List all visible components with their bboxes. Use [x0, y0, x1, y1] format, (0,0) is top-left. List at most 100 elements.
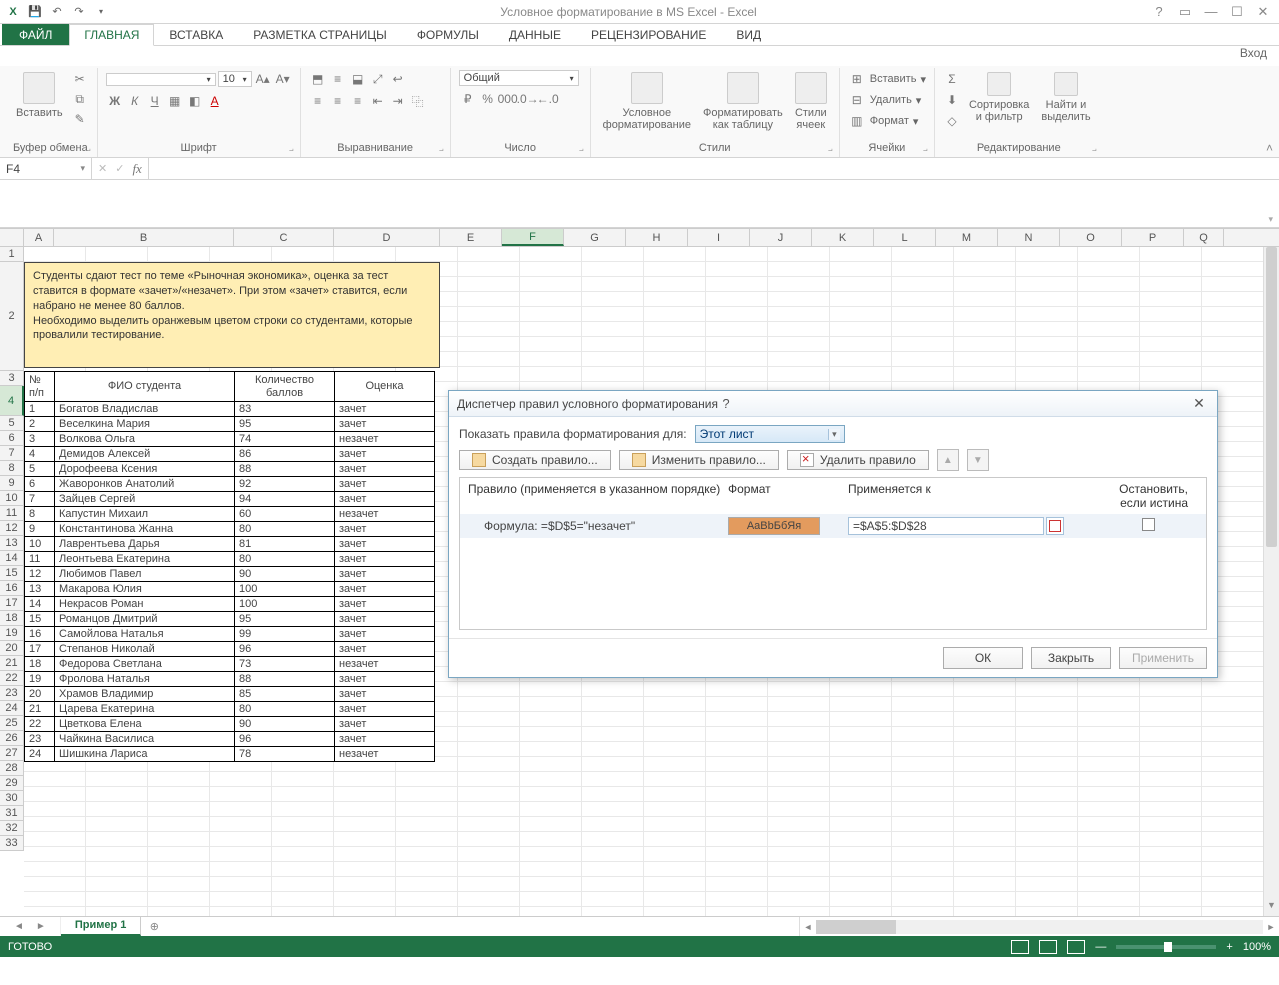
row-header[interactable]: 31 — [0, 806, 24, 821]
scroll-right-icon[interactable]: ► — [1263, 922, 1279, 932]
row-header[interactable]: 18 — [0, 611, 24, 626]
cell[interactable]: незачет — [335, 432, 435, 447]
cell[interactable]: 92 — [235, 477, 335, 492]
cell[interactable]: 95 — [235, 417, 335, 432]
find-select-button[interactable]: Найти и выделить — [1037, 70, 1094, 125]
cell[interactable]: зачет — [335, 522, 435, 537]
cell[interactable]: 90 — [235, 567, 335, 582]
maximize-icon[interactable]: ☐ — [1225, 3, 1249, 21]
cell[interactable]: зачет — [335, 597, 435, 612]
row-header[interactable]: 25 — [0, 716, 24, 731]
decrease-indent-icon[interactable]: ⇤ — [369, 92, 387, 110]
cancel-formula-icon[interactable]: ✕ — [98, 162, 107, 175]
tab-data[interactable]: ДАННЫЕ — [494, 24, 576, 45]
percent-icon[interactable]: % — [479, 90, 497, 108]
cell[interactable]: 100 — [235, 597, 335, 612]
font-size-combo[interactable]: 10▾ — [218, 71, 252, 87]
cell[interactable]: незачет — [335, 747, 435, 762]
cell[interactable]: 80 — [235, 522, 335, 537]
dialog-help-icon[interactable]: ? — [718, 396, 734, 411]
table-row[interactable]: 3Волкова Ольга74незачет — [25, 432, 435, 447]
cell[interactable]: 7 — [25, 492, 55, 507]
table-row[interactable]: 8Капустин Михаил60незачет — [25, 507, 435, 522]
edit-rule-button[interactable]: Изменить правило... — [619, 450, 779, 470]
range-picker-icon[interactable] — [1046, 517, 1064, 535]
tab-page-layout[interactable]: РАЗМЕТКА СТРАНИЦЫ — [238, 24, 402, 45]
table-row[interactable]: 24Шишкина Лариса78незачет — [25, 747, 435, 762]
ribbon-options-icon[interactable]: ▭ — [1173, 3, 1197, 21]
row-header[interactable]: 26 — [0, 731, 24, 746]
cell[interactable]: 19 — [25, 672, 55, 687]
horizontal-scrollbar[interactable]: ◄ ► — [799, 917, 1279, 936]
cell[interactable]: 96 — [235, 642, 335, 657]
row-header[interactable]: 27 — [0, 746, 24, 761]
row-header[interactable]: 21 — [0, 656, 24, 671]
table-row[interactable]: 18Федорова Светлана73незачет — [25, 657, 435, 672]
copy-icon[interactable]: ⧉ — [71, 90, 89, 108]
cell[interactable]: 23 — [25, 732, 55, 747]
row-header[interactable]: 16 — [0, 581, 24, 596]
col-header[interactable]: C — [234, 229, 334, 246]
table-row[interactable]: 4Демидов Алексей86зачет — [25, 447, 435, 462]
table-row[interactable]: 23Чайкина Василиса96зачет — [25, 732, 435, 747]
cell[interactable]: зачет — [335, 447, 435, 462]
cell[interactable]: 94 — [235, 492, 335, 507]
cell[interactable]: зачет — [335, 582, 435, 597]
zoom-in-icon[interactable]: + — [1226, 941, 1232, 953]
cell[interactable]: зачет — [335, 567, 435, 582]
apply-button[interactable]: Применить — [1119, 647, 1207, 669]
cell[interactable]: 14 — [25, 597, 55, 612]
conditional-formatting-button[interactable]: Условное форматирование — [599, 70, 695, 133]
row-header[interactable]: 33 — [0, 836, 24, 851]
sheet-tab-active[interactable]: Пример 1 — [61, 917, 142, 936]
view-page-layout-icon[interactable] — [1039, 940, 1057, 954]
table-row[interactable]: 2Веселкина Мария95зачет — [25, 417, 435, 432]
collapse-ribbon-icon[interactable]: ˄ — [1266, 141, 1273, 155]
ok-button[interactable]: ОК — [943, 647, 1023, 669]
tab-insert[interactable]: ВСТАВКА — [154, 24, 238, 45]
cell[interactable]: 22 — [25, 717, 55, 732]
row-header[interactable]: 23 — [0, 686, 24, 701]
cell[interactable]: незачет — [335, 507, 435, 522]
cell[interactable]: 17 — [25, 642, 55, 657]
cell[interactable]: Любимов Павел — [55, 567, 235, 582]
cell[interactable]: Царева Екатерина — [55, 702, 235, 717]
save-icon[interactable]: 💾 — [26, 3, 44, 21]
underline-icon[interactable]: Ч — [146, 92, 164, 110]
cell[interactable]: Романцов Дмитрий — [55, 612, 235, 627]
table-row[interactable]: 12Любимов Павел90зачет — [25, 567, 435, 582]
row-header[interactable]: 28 — [0, 761, 24, 776]
cell[interactable]: Лаврентьева Дарья — [55, 537, 235, 552]
cell[interactable]: 96 — [235, 732, 335, 747]
row-header[interactable]: 3 — [0, 371, 24, 386]
table-row[interactable]: 21Царева Екатерина80зачет — [25, 702, 435, 717]
cell[interactable]: 9 — [25, 522, 55, 537]
cell[interactable]: Волкова Ольга — [55, 432, 235, 447]
cell[interactable]: зачет — [335, 702, 435, 717]
tab-home[interactable]: ГЛАВНАЯ — [69, 24, 154, 46]
number-format-combo[interactable]: Общий▾ — [459, 70, 579, 86]
cell[interactable]: 60 — [235, 507, 335, 522]
table-row[interactable]: 10Лаврентьева Дарья81зачет — [25, 537, 435, 552]
move-rule-up-button[interactable]: ▲ — [937, 449, 959, 471]
font-name-combo[interactable]: ▾ — [106, 73, 216, 86]
rule-row[interactable]: Формула: =$D$5="незачет" АaВbБбЯя =$A$5:… — [460, 514, 1206, 538]
cell[interactable]: 100 — [235, 582, 335, 597]
row-header[interactable]: 14 — [0, 551, 24, 566]
delete-cells-button[interactable]: ⊟Удалить ▾ — [848, 91, 922, 109]
cell[interactable]: Жаворонков Анатолий — [55, 477, 235, 492]
cell[interactable]: Самойлова Наталья — [55, 627, 235, 642]
sign-in-link[interactable]: Вход — [0, 46, 1279, 66]
col-header[interactable]: I — [688, 229, 750, 246]
col-header[interactable]: D — [334, 229, 440, 246]
cell[interactable]: 88 — [235, 462, 335, 477]
row-header[interactable]: 29 — [0, 776, 24, 791]
dialog-titlebar[interactable]: Диспетчер правил условного форматировани… — [449, 391, 1217, 417]
cell[interactable]: Фролова Наталья — [55, 672, 235, 687]
row-header[interactable]: 17 — [0, 596, 24, 611]
row-header[interactable]: 10 — [0, 491, 24, 506]
cell[interactable]: Богатов Владислав — [55, 402, 235, 417]
format-as-table-button[interactable]: Форматировать как таблицу — [699, 70, 787, 133]
row-header[interactable]: 7 — [0, 446, 24, 461]
scroll-down-icon[interactable]: ▼ — [1264, 900, 1279, 916]
